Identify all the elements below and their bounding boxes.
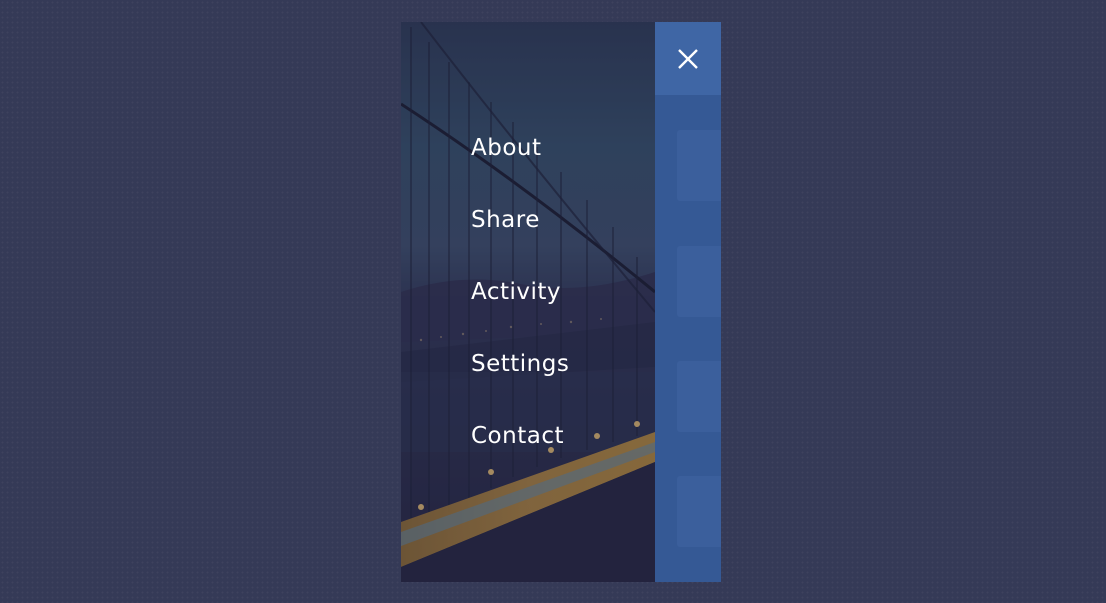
close-menu-button[interactable] <box>655 22 721 95</box>
menu-item-about[interactable]: About <box>471 130 569 202</box>
content-card[interactable] <box>677 130 721 201</box>
menu-item-contact[interactable]: Contact <box>471 418 569 490</box>
side-menu: About Share Activity Settings Contact <box>401 22 655 582</box>
page-background: About Share Activity Settings Contact <box>0 0 1106 603</box>
menu-item-share[interactable]: Share <box>471 202 569 274</box>
app-header <box>655 22 721 95</box>
content-card[interactable] <box>677 246 721 317</box>
content-card[interactable] <box>677 361 721 432</box>
content-card[interactable] <box>677 476 721 547</box>
menu-list: About Share Activity Settings Contact <box>471 130 569 490</box>
phone-screen: About Share Activity Settings Contact <box>401 22 721 582</box>
menu-item-settings[interactable]: Settings <box>471 346 569 418</box>
close-icon <box>678 48 698 69</box>
app-content <box>655 22 721 582</box>
menu-item-activity[interactable]: Activity <box>471 274 569 346</box>
